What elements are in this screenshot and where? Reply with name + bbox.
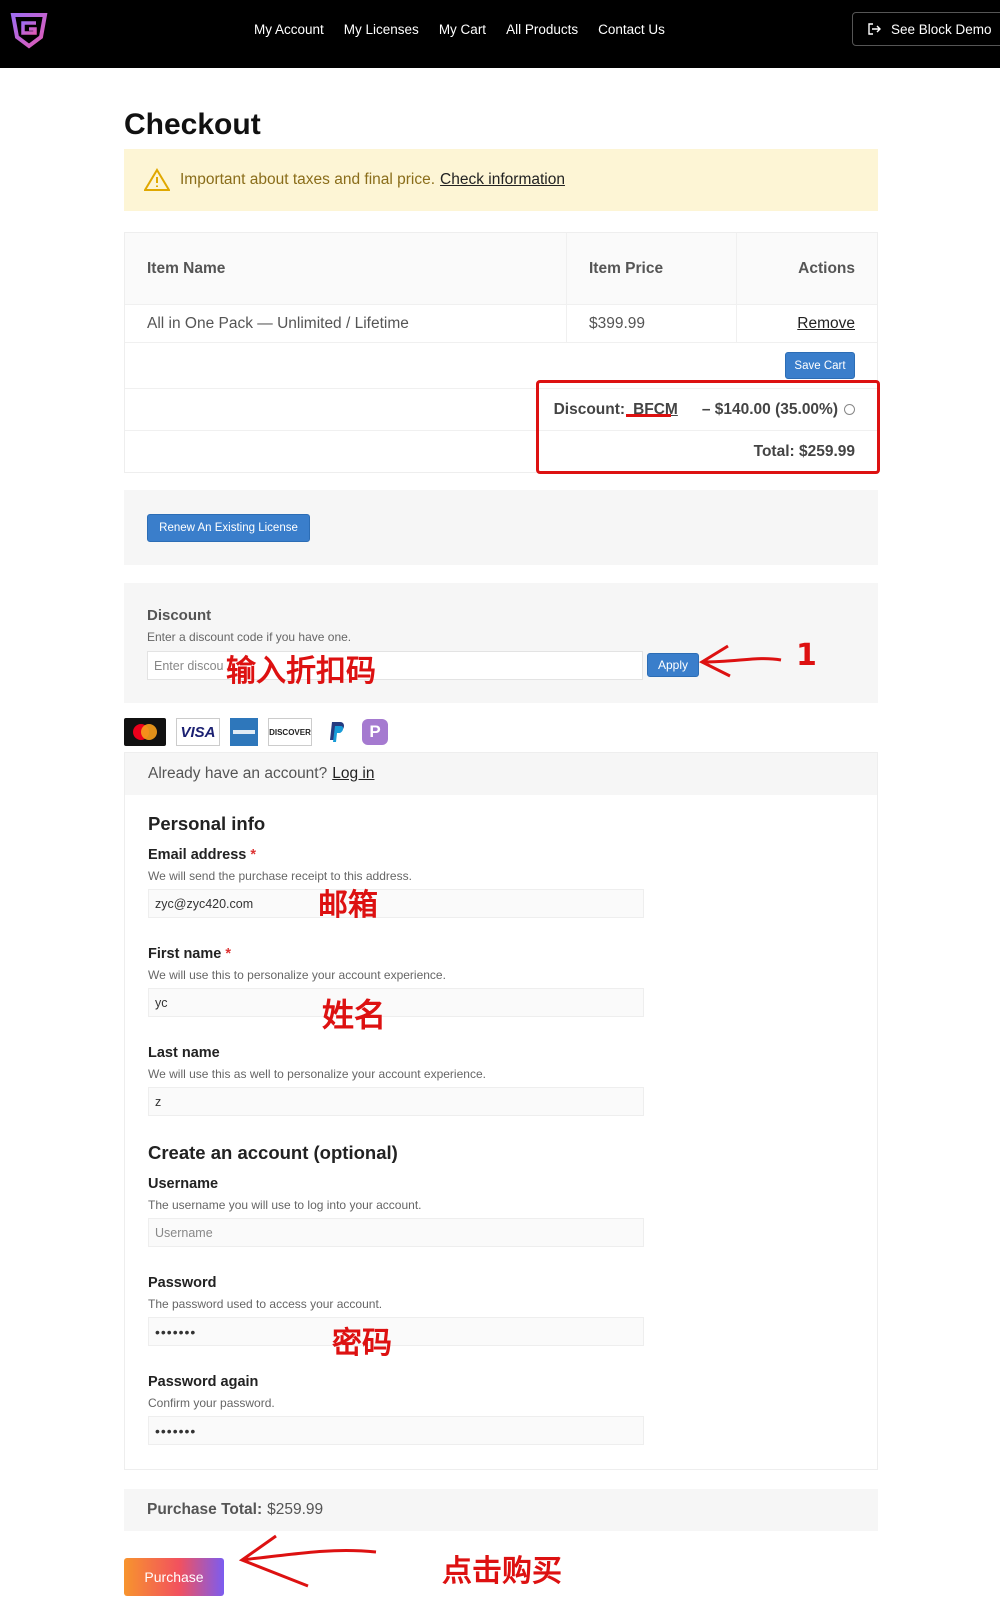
nav-my-licenses[interactable]: My Licenses <box>344 22 419 37</box>
item-name: All in One Pack — Unlimited / Lifetime <box>125 304 567 343</box>
renew-panel: Renew An Existing License <box>124 490 878 565</box>
email-label: Email address * <box>148 847 256 863</box>
first-name-desc: We will use this to personalize your acc… <box>148 968 446 982</box>
checkout-form: Already have an account? Log in Personal… <box>124 752 878 1470</box>
required-mark: * <box>250 847 256 863</box>
top-navbar: My Account My Licenses My Cart All Produ… <box>0 0 1000 68</box>
col-actions: Actions <box>798 259 855 277</box>
personal-info-title: Personal info <box>148 813 266 834</box>
nav-contact-us[interactable]: Contact Us <box>598 22 665 37</box>
annotation-arrow-icon <box>238 1534 377 1588</box>
username-field[interactable]: Username <box>148 1218 644 1247</box>
see-block-demo-button[interactable]: See Block Demo <box>852 12 1000 46</box>
apply-button[interactable]: Apply <box>647 653 699 677</box>
login-bar: Already have an account? Log in <box>125 753 877 795</box>
email-field[interactable]: zyc@zyc420.com <box>148 889 644 918</box>
username-label: Username <box>148 1176 219 1192</box>
col-item-price: Item Price <box>567 232 737 305</box>
nav-all-products[interactable]: All Products <box>506 22 578 37</box>
purchase-button[interactable]: Purchase <box>124 1558 224 1596</box>
annotation-arrow-icon <box>698 644 782 678</box>
discount-title: Discount <box>147 607 212 624</box>
password-field[interactable]: ••••••• <box>148 1317 644 1346</box>
annotation-step-number: 1 <box>796 638 817 673</box>
required-mark: * <box>225 946 231 962</box>
first-name-field[interactable]: yc <box>148 988 644 1017</box>
table-row: All in One Pack — Unlimited / Lifetime $… <box>125 304 877 343</box>
purchase-total-bar: Purchase Total: $259.99 <box>124 1489 878 1531</box>
nav-my-account[interactable]: My Account <box>254 22 324 37</box>
password-desc: The password used to access your account… <box>148 1297 383 1311</box>
visa-icon: VISA <box>176 718 220 746</box>
discount-desc: Enter a discount code if you have one. <box>147 630 352 644</box>
main-nav: My Account My Licenses My Cart All Produ… <box>254 22 665 37</box>
password-again-label: Password again <box>148 1374 259 1390</box>
last-name-desc: We will use this as well to personalize … <box>148 1067 486 1081</box>
nav-my-cart[interactable]: My Cart <box>439 22 486 37</box>
annotation-name-cn: 姓名 <box>322 996 387 1034</box>
discover-icon: DISCOVER <box>268 718 312 746</box>
annotation-email-cn: 邮箱 <box>318 888 378 923</box>
annotation-purchase-cn: 点击购买 <box>442 1554 562 1589</box>
tax-notice: Important about taxes and final price. C… <box>124 149 878 211</box>
discount-input[interactable]: Enter discou <box>147 651 643 680</box>
annotation-highlight-box <box>536 380 880 474</box>
payment-icons: VISA DISCOVER P <box>124 718 388 746</box>
see-block-demo-label: See Block Demo <box>891 21 992 37</box>
last-name-field[interactable]: z <box>148 1087 644 1116</box>
sign-in-icon <box>868 23 881 35</box>
annotation-underline <box>626 414 671 417</box>
remove-link[interactable]: Remove <box>797 315 855 333</box>
purchase-total-value: $259.99 <box>267 1501 324 1518</box>
item-price: $399.99 <box>567 304 737 343</box>
cart-header-row: Item Name Item Price Actions <box>125 232 877 305</box>
last-name-label: Last name <box>148 1045 220 1061</box>
warning-icon <box>144 168 170 191</box>
item-actions: Remove <box>737 305 877 343</box>
password-again-field[interactable]: ••••••• <box>148 1416 644 1445</box>
login-text: Already have an account? <box>148 765 328 782</box>
amex-icon <box>230 718 258 746</box>
col-item-name: Item Name <box>125 232 567 305</box>
p-icon: P <box>362 719 388 745</box>
logo-icon[interactable] <box>10 11 48 49</box>
create-account-title: Create an account (optional) <box>148 1142 398 1163</box>
notice-text: Important about taxes and final price. <box>180 171 436 188</box>
annotation-password-cn: 密码 <box>332 1326 392 1361</box>
page-title: Checkout <box>124 108 261 141</box>
check-information-link[interactable]: Check information <box>440 171 565 189</box>
save-cart-button[interactable]: Save Cart <box>785 352 855 379</box>
paypal-icon <box>322 718 352 746</box>
annotation-discount-cn: 输入折扣码 <box>226 654 376 689</box>
login-link[interactable]: Log in <box>332 765 374 783</box>
first-name-label: First name * <box>148 946 231 962</box>
purchase-total-label: Purchase Total: <box>147 1501 263 1518</box>
mastercard-icon <box>124 718 166 746</box>
renew-license-button[interactable]: Renew An Existing License <box>147 514 310 542</box>
username-desc: The username you will use to log into yo… <box>148 1198 422 1212</box>
password-label: Password <box>148 1275 217 1291</box>
password-again-desc: Confirm your password. <box>148 1396 275 1410</box>
